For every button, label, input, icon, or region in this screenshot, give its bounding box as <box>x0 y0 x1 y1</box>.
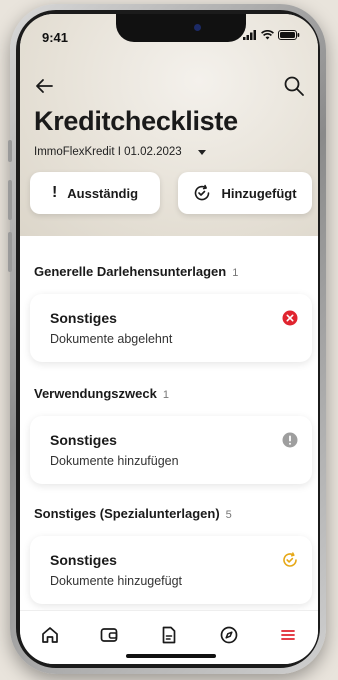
section-count: 5 <box>225 509 232 521</box>
status-time: 9:41 <box>42 30 69 45</box>
section-count: 1 <box>232 267 239 279</box>
mute-switch <box>8 140 12 162</box>
card-title: Sonstiges <box>50 310 117 326</box>
exclamation-icon: ! <box>51 184 58 201</box>
section-title: Sonstiges (Spezialunterlagen) 5 <box>34 506 232 521</box>
checklist-card[interactable]: Sonstiges Dokumente abgelehnt <box>30 294 312 362</box>
nav-home[interactable] <box>38 623 62 647</box>
card-status: Dokumente abgelehnt <box>50 332 173 346</box>
page-title: Kreditcheckliste <box>34 106 238 136</box>
chevron-down-icon <box>197 149 206 155</box>
document-icon <box>162 626 176 644</box>
filter-added-button[interactable]: Hinzugefügt <box>178 172 312 214</box>
search-icon[interactable] <box>282 74 306 98</box>
credit-selector-label: ImmoFlexKredit I 01.02.2023 <box>34 146 182 158</box>
card-status: Dokumente hinzugefügt <box>50 574 183 588</box>
info-circle-icon <box>282 432 298 448</box>
app-screen: 9:41 Kreditcheckliste ImmoFlexKredit I 0… <box>20 14 318 664</box>
section-name: Verwendungszweck <box>34 386 157 401</box>
section-count: 1 <box>162 389 169 401</box>
volume-down-button <box>8 232 12 272</box>
battery-icon <box>278 30 300 40</box>
card-title: Sonstiges <box>50 432 117 448</box>
section-name: Sonstiges (Spezialunterlagen) <box>34 506 220 521</box>
pending-clock-icon <box>283 552 297 567</box>
notch <box>116 14 246 42</box>
section-title: Generelle Darlehensunterlagen 1 <box>34 264 238 279</box>
menu-icon <box>281 630 296 640</box>
credit-selector[interactable]: ImmoFlexKredit I 01.02.2023 <box>34 146 206 158</box>
nav-documents[interactable] <box>157 623 181 647</box>
camera-dot <box>194 24 201 31</box>
checklist-card[interactable]: Sonstiges Dokumente hinzugefügt <box>30 536 312 604</box>
volume-up-button <box>8 180 12 220</box>
filter-added-label: Hinzugefügt <box>221 185 297 201</box>
signal-icon <box>243 30 256 40</box>
home-icon <box>41 627 58 643</box>
error-circle-icon <box>282 310 298 326</box>
card-title: Sonstiges <box>50 552 117 568</box>
card-status: Dokumente hinzufügen <box>50 454 179 468</box>
section-name: Generelle Darlehensunterlagen <box>34 264 227 279</box>
nav-menu[interactable] <box>276 623 300 647</box>
nav-explore[interactable] <box>217 623 241 647</box>
status-icons <box>243 30 300 40</box>
checklist-content: Generelle Darlehensunterlagen 1 Sonstiges… <box>20 236 318 612</box>
wallet-icon <box>101 628 118 642</box>
section-title: Verwendungszweck 1 <box>34 386 169 401</box>
wifi-icon <box>261 30 274 40</box>
compass-icon <box>220 626 237 644</box>
checklist-card[interactable]: Sonstiges Dokumente hinzufügen <box>30 416 312 484</box>
home-indicator <box>126 654 216 658</box>
filter-open-button[interactable]: ! Ausständig <box>30 172 160 214</box>
nav-wallet[interactable] <box>97 623 121 647</box>
back-arrow-icon[interactable] <box>32 74 56 98</box>
added-clock-icon <box>195 184 210 201</box>
filter-open-label: Ausständig <box>67 185 139 201</box>
